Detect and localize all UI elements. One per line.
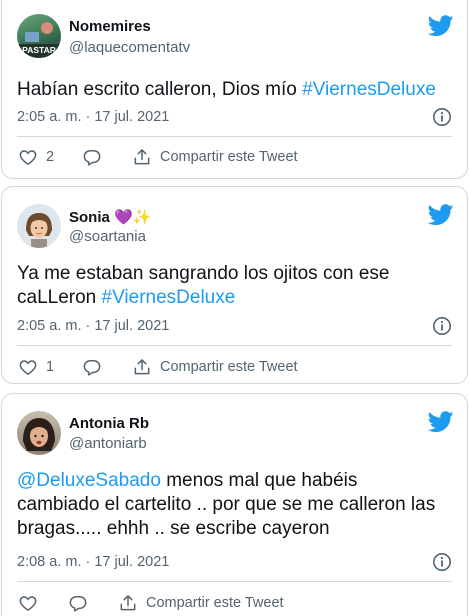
- author-name[interactable]: Antonia Rb: [69, 415, 149, 432]
- reply-button[interactable]: [82, 355, 102, 379]
- reply-icon: [83, 360, 101, 376]
- like-count: 2: [46, 149, 55, 165]
- tweet-actions: 2 Compartir este Tweet: [18, 145, 451, 169]
- tweet-text: Habían escrito calleron, Dios mío #Viern…: [17, 78, 453, 102]
- tweet-card[interactable]: Sonia 💜✨ @soartania Ya me estaban sangra…: [1, 186, 468, 384]
- share-button[interactable]: Compartir este Tweet: [118, 591, 284, 615]
- tweet-text: @DeluxeSabado menos mal que habéis cambi…: [17, 469, 453, 541]
- share-icon: [134, 359, 150, 375]
- author-handle[interactable]: @antoniarb: [69, 435, 147, 452]
- like-button[interactable]: [18, 591, 38, 615]
- tweet-card[interactable]: PASTAR Nomemires @laquecomentatv Habían …: [1, 0, 468, 179]
- like-button[interactable]: 1: [18, 355, 54, 379]
- twitter-bird-icon[interactable]: [428, 411, 454, 433]
- share-button[interactable]: Compartir este Tweet: [132, 145, 298, 169]
- like-button[interactable]: 2: [18, 145, 54, 169]
- share-button[interactable]: Compartir este Tweet: [132, 355, 298, 379]
- avatar-caption: PASTAR: [22, 45, 56, 55]
- tweet-actions: 1 Compartir este Tweet: [18, 355, 451, 379]
- tweet-timestamp[interactable]: 2:08 a. m. · 17 jul. 2021: [17, 554, 169, 570]
- tweet-text-line: caLLeron #ViernesDeluxe: [17, 286, 453, 310]
- hashtag-link[interactable]: #ViernesDeluxe: [302, 79, 436, 100]
- tweet-text-line: @DeluxeSabado menos mal que habéis: [17, 469, 453, 493]
- info-icon[interactable]: [432, 316, 452, 336]
- author-name[interactable]: Sonia 💜✨: [69, 208, 151, 226]
- name-emojis: 💜✨: [114, 209, 152, 226]
- tweet-card[interactable]: Antonia Rb @antoniarb @DeluxeSabado meno…: [1, 393, 468, 616]
- tweet-text-plain: Habían escrito calleron, Dios mío: [17, 79, 303, 100]
- avatar[interactable]: [17, 204, 61, 248]
- share-label: Compartir este Tweet: [160, 359, 298, 375]
- info-icon[interactable]: [432, 107, 452, 127]
- tweet-text-plain: menos mal que habéis: [160, 470, 358, 491]
- avatar-image: [26, 213, 52, 248]
- tweet-text-line: Ya me estaban sangrando los ojitos con e…: [17, 263, 390, 284]
- reply-icon: [69, 596, 87, 612]
- tweet-actions: Compartir este Tweet: [18, 591, 451, 615]
- tweet-text-line: cambiado el cartelito .. por que se me c…: [17, 494, 436, 515]
- author-handle[interactable]: @laquecomentatv: [69, 39, 190, 56]
- reply-icon: [83, 150, 101, 166]
- heart-icon: [19, 150, 37, 165]
- avatar[interactable]: [17, 411, 61, 455]
- author-name-text: Sonia: [69, 209, 110, 226]
- hashtag-link[interactable]: #ViernesDeluxe: [102, 287, 236, 308]
- tweet-text-line: bragas..... ehhh .. se escribe cayeron: [17, 518, 330, 539]
- info-icon[interactable]: [432, 552, 452, 572]
- divider: [17, 581, 452, 582]
- tweet-timestamp[interactable]: 2:05 a. m. · 17 jul. 2021: [17, 109, 169, 125]
- tweet-text: Ya me estaban sangrando los ojitos con e…: [17, 262, 453, 310]
- share-label: Compartir este Tweet: [146, 595, 284, 611]
- author-handle[interactable]: @soartania: [69, 228, 146, 245]
- avatar-image: PASTAR: [17, 22, 61, 58]
- heart-icon: [19, 360, 37, 375]
- tweet-text-plain: caLLeron: [17, 287, 102, 308]
- divider: [17, 136, 452, 137]
- like-count: 1: [46, 359, 55, 375]
- twitter-bird-icon[interactable]: [428, 15, 454, 37]
- divider: [17, 345, 452, 346]
- twitter-bird-icon[interactable]: [428, 204, 454, 226]
- avatar[interactable]: PASTAR: [17, 14, 61, 58]
- avatar-image: [23, 418, 55, 451]
- share-label: Compartir este Tweet: [160, 149, 298, 165]
- reply-button[interactable]: [82, 145, 102, 169]
- author-name[interactable]: Nomemires: [69, 18, 151, 35]
- reply-button[interactable]: [68, 591, 88, 615]
- share-icon: [120, 595, 136, 611]
- mention-link[interactable]: @DeluxeSabado: [17, 470, 161, 491]
- heart-icon: [19, 596, 37, 611]
- share-icon: [134, 149, 150, 165]
- tweet-timestamp[interactable]: 2:05 a. m. · 17 jul. 2021: [17, 318, 169, 334]
